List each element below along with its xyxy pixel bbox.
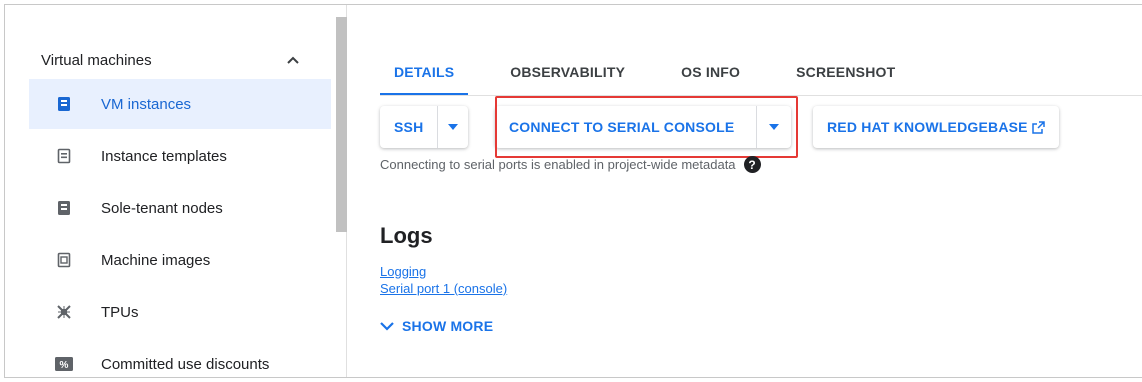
sidebar-item-machine-images[interactable]: Machine images bbox=[29, 235, 331, 285]
serial-port-1-link[interactable]: Serial port 1 (console) bbox=[380, 281, 507, 296]
ssh-button[interactable]: SSH bbox=[380, 119, 437, 135]
help-icon[interactable]: ? bbox=[743, 156, 761, 173]
external-link-icon bbox=[1031, 120, 1045, 134]
tab-details[interactable]: DETAILS bbox=[380, 48, 469, 96]
sidebar-item-label: Instance templates bbox=[101, 147, 227, 165]
svg-text:%: % bbox=[60, 360, 69, 371]
sidebar-item-label: TPUs bbox=[101, 303, 139, 321]
sidebar-item-label: VM instances bbox=[101, 95, 192, 113]
sidebar-item-label: Machine images bbox=[101, 251, 211, 269]
sole-tenant-icon bbox=[55, 199, 73, 217]
sidebar-item-vm-instances[interactable]: VM instances bbox=[29, 79, 331, 129]
sidebar-item-committed-use-discounts[interactable]: % Committed use discounts bbox=[29, 339, 331, 377]
sidebar-section-virtual-machines[interactable]: Virtual machines bbox=[41, 49, 301, 71]
tab-bar: DETAILS OBSERVABILITY OS INFO SCREENSHOT bbox=[380, 48, 937, 96]
logging-link[interactable]: Logging bbox=[380, 264, 426, 279]
serial-port-note-text: Connecting to serial ports is enabled in… bbox=[380, 157, 736, 172]
tab-os-info[interactable]: OS INFO bbox=[667, 48, 754, 96]
chevron-down-icon bbox=[380, 321, 394, 331]
sidebar-item-tpus[interactable]: TPUs bbox=[29, 287, 331, 337]
knowledgebase-label: RED HAT KNOWLEDGEBASE bbox=[827, 119, 1028, 135]
sidebar-item-label: Sole-tenant nodes bbox=[101, 199, 223, 217]
tpu-icon bbox=[55, 303, 73, 321]
logs-heading: Logs bbox=[380, 223, 433, 248]
tab-screenshot[interactable]: SCREENSHOT bbox=[782, 48, 909, 96]
chevron-up-icon[interactable] bbox=[285, 52, 301, 68]
sidebar-section-title: Virtual machines bbox=[41, 51, 152, 69]
sidebar-scrollbar[interactable] bbox=[336, 17, 347, 232]
main-content: DETAILS OBSERVABILITY OS INFO SCREENSHOT… bbox=[347, 5, 1142, 377]
console-window: Virtual machines VM instances Instance t… bbox=[4, 4, 1142, 378]
sidebar: Virtual machines VM instances Instance t… bbox=[5, 5, 347, 377]
sidebar-item-label: Committed use discounts bbox=[101, 355, 270, 373]
knowledgebase-button[interactable]: RED HAT KNOWLEDGEBASE bbox=[813, 106, 1059, 148]
sidebar-item-instance-templates[interactable]: Instance templates bbox=[29, 131, 331, 181]
show-more-label: SHOW MORE bbox=[402, 318, 494, 334]
instance-template-icon bbox=[55, 147, 73, 165]
tab-observability[interactable]: OBSERVABILITY bbox=[496, 48, 639, 96]
ssh-split-button: SSH bbox=[380, 106, 469, 148]
sidebar-item-sole-tenant-nodes[interactable]: Sole-tenant nodes bbox=[29, 183, 331, 233]
vm-instance-icon bbox=[55, 95, 73, 113]
percent-icon: % bbox=[55, 355, 73, 373]
ssh-dropdown-caret-icon[interactable] bbox=[438, 124, 468, 130]
show-more-button[interactable]: SHOW MORE bbox=[380, 318, 493, 334]
machine-image-icon bbox=[55, 251, 73, 269]
serial-port-note: Connecting to serial ports is enabled in… bbox=[380, 156, 761, 173]
red-highlight-box bbox=[495, 96, 798, 158]
